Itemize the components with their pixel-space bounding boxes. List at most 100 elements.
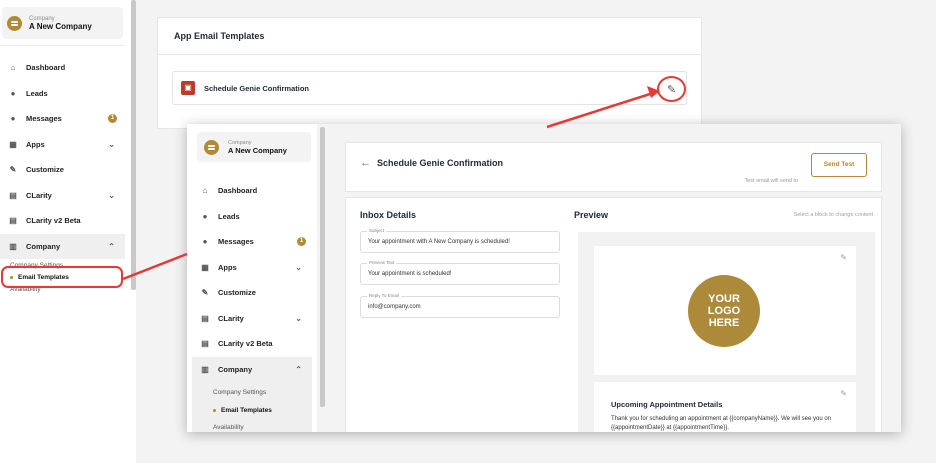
home-icon: ⌂ [10,63,16,73]
chevron-up-icon: ⌃ [295,364,302,374]
wand-icon: ✎ [9,165,17,175]
test-email-note: Test email will send to [744,178,799,184]
field-value: Your appointment with A New Company is s… [368,239,510,245]
sidebar-item-clarity[interactable]: ▤ CLarity ⌄ [0,183,125,209]
bar-chart-icon: ▤ [9,190,17,200]
sidebar-item-label: Leads [218,211,240,221]
sidebar-item-clarity-v2[interactable]: ▤ CLarity v2 Beta [0,208,125,234]
field-value: Your appointment is scheduled! [368,271,452,277]
sidebar-divider [0,45,125,46]
sidebar-item-apps[interactable]: ▦ Apps ⌄ [192,255,312,281]
sidebar-item-company[interactable]: ▥ Company ⌃ [192,356,312,382]
building-icon: ▥ [9,241,17,251]
company-logo-icon [7,15,22,31]
page-title: Schedule Genie Confirmation [377,158,504,168]
sidebar-item-label: Apps [26,139,45,149]
chevron-down-icon: ⌄ [295,262,302,272]
company-switcher[interactable]: Company A New Company [2,7,123,39]
appointment-title: Upcoming Appointment Details [611,400,723,409]
appointment-details-block[interactable]: ✎ Upcoming Appointment Details Thank you… [594,382,856,432]
chevron-down-icon: ⌄ [108,139,115,149]
sidebar-item-label: Company [218,364,253,374]
sidebar-item-clarity[interactable]: ▤ CLarity ⌄ [192,306,312,332]
sidebar-item-dashboard[interactable]: ⌂ Dashboard [0,55,125,81]
sidebar-scrollbar[interactable] [320,127,325,407]
chat-bubble-icon: ● [10,114,16,124]
sidebar-subitem-availability[interactable]: Availability [192,419,312,432]
building-icon: ▥ [201,364,209,374]
app-email-templates-panel: App Email Templates ▣ Schedule Genie Con… [157,17,702,129]
logo-placeholder: YOUR LOGO HERE [688,275,760,347]
panel-title: App Email Templates [174,31,265,41]
sidebar-item-label: CLarity v2 Beta [26,216,81,226]
sidebar-item-leads[interactable]: ● Leads [192,204,312,230]
email-templates-highlight [1,266,123,288]
pencil-icon[interactable]: ✎ [840,389,847,398]
template-name: Schedule Genie Confirmation [204,83,310,93]
editor-header: ← Schedule Genie Confirmation Send Test … [345,142,882,192]
field-label: Preview Text [367,260,397,265]
wand-icon: ✎ [201,288,209,298]
company-logo-icon [204,139,219,155]
field-value: info@company.com [368,304,421,310]
sidebar-item-apps[interactable]: ▦ Apps ⌄ [0,132,125,158]
messages-badge: 1 [108,114,117,124]
sidebar-item-label: Customize [26,165,64,175]
chevron-up-icon: ⌃ [108,241,115,251]
company-switcher[interactable]: Company A New Company [197,132,311,162]
sidebar-item-leads[interactable]: ● Leads [0,81,125,107]
sidebar-item-label: CLarity [26,190,52,200]
field-label: Subject [367,228,387,233]
company-name: A New Company [29,21,92,31]
sidebar-item-label: Dashboard [26,63,66,73]
reply-to-email-field[interactable]: Reply To Email info@company.com [360,293,560,318]
chat-bubble-icon: ● [202,237,208,247]
grid-icon: ▦ [9,139,17,149]
panel-divider [158,54,701,55]
sidebar-item-label: CLarity v2 Beta [218,339,273,349]
sidebar-item-label: Leads [26,88,48,98]
back-arrow-icon[interactable]: ← [360,157,371,169]
company-name: A New Company [228,145,287,155]
sidebar-item-label: Apps [218,262,237,272]
preview-title: Preview [574,210,609,220]
sidebar-item-label: Messages [218,237,254,247]
sidebar-item-clarity-v2[interactable]: ▤ CLarity v2 Beta [192,331,312,357]
editor-sidebar: Company A New Company ⌂ Dashboard ● Leads … [187,124,317,432]
preview-hint: Select a block to change content [793,212,874,218]
chevron-down-icon: ⌄ [295,313,302,323]
editor-body: Inbox Details Subject Your appointment w… [345,197,882,432]
sidebar-item-messages[interactable]: ● Messages 1 [192,229,312,255]
sidebar-item-messages[interactable]: ● Messages 1 [0,106,125,132]
sidebar-item-label: Dashboard [218,186,258,196]
subject-field[interactable]: Subject Your appointment with A New Comp… [360,228,560,253]
logo-block[interactable]: ✎ YOUR LOGO HERE [594,246,856,375]
sidebar-item-label: CLarity [218,313,244,323]
sidebar-item-label: Messages [26,114,62,124]
bar-chart-icon: ▤ [201,339,209,349]
sidebar-item-dashboard[interactable]: ⌂ Dashboard [192,178,312,204]
calendar-icon: ▣ [181,81,195,95]
grid-icon: ▦ [201,262,209,272]
chevron-down-icon: ⌄ [108,190,115,200]
edit-template-button[interactable]: ✎ [657,76,686,102]
sidebar-item-customize[interactable]: ✎ Customize [192,280,312,306]
sidebar-item-customize[interactable]: ✎ Customize [0,157,125,183]
zoomed-template-editor: Company A New Company ⌂ Dashboard ● Leads … [187,124,901,432]
pencil-icon[interactable]: ✎ [840,253,847,262]
sidebar-subitem-company-settings[interactable]: Company Settings [192,382,312,402]
preview-text-field[interactable]: Preview Text Your appointment is schedul… [360,260,560,285]
send-test-button[interactable]: Send Test [811,153,867,177]
person-icon: ● [10,88,16,98]
sidebar-item-label: Customize [218,288,256,298]
bar-chart-icon: ▤ [9,216,17,226]
email-preview: ✎ YOUR LOGO HERE ✎ Upcoming Appointment … [578,232,875,432]
sidebar-subitem-email-templates[interactable]: Email Templates [192,402,312,419]
template-row[interactable]: ▣ Schedule Genie Confirmation [172,71,687,105]
sidebar-item-company[interactable]: ▥ Company ⌃ [0,233,125,259]
sidebar-nav: ⌂ Dashboard ● Leads ● Messages 1 ▦ Apps ⌄ ✎ Cus… [187,178,317,432]
person-icon: ● [202,211,208,221]
inbox-details-title: Inbox Details [360,210,417,220]
background-sidebar: Company A New Company ⌂ Dashboard ● Leads … [0,0,125,305]
home-icon: ⌂ [202,186,208,196]
